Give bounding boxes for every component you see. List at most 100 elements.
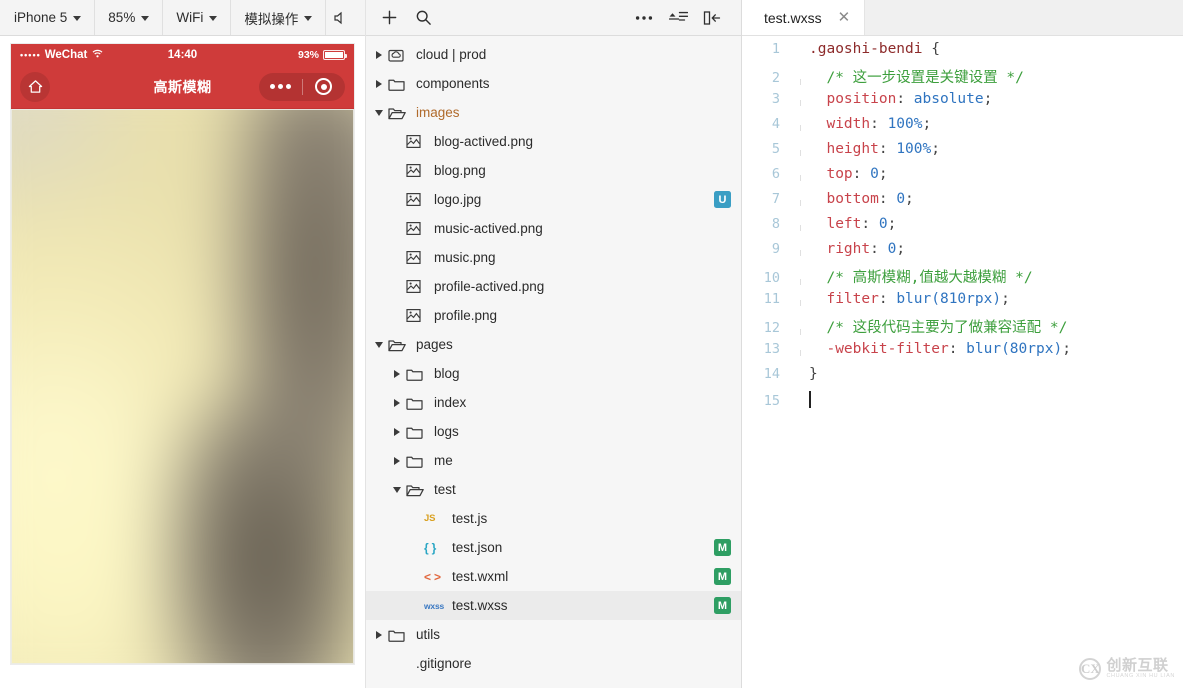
panel-collapse-icon[interactable] (695, 4, 729, 32)
tree-row-label: test (434, 482, 456, 497)
line-number: 6 (771, 166, 780, 182)
gaussian-blur-image (11, 109, 354, 664)
no-chevron-spacer (408, 541, 422, 555)
chevron-down-icon (141, 16, 150, 21)
cloud-folder-icon (388, 48, 410, 62)
tree-row-images[interactable]: images (366, 98, 741, 127)
tree-row-blog-actived.png[interactable]: blog-actived.png (366, 127, 741, 156)
plus-icon[interactable] (372, 4, 406, 32)
wxss-file-icon: wxss (424, 600, 444, 611)
search-icon[interactable] (406, 4, 440, 32)
tree-row-index[interactable]: index (366, 388, 741, 417)
tree-row-logs[interactable]: logs (366, 417, 741, 446)
tree-row-label: test.wxss (452, 598, 508, 613)
tree-row-label: logs (434, 424, 459, 439)
indent-guide (800, 125, 801, 131)
tree-row-me[interactable]: me (366, 446, 741, 475)
chevron-right-icon[interactable] (390, 454, 404, 468)
tree-row-blog[interactable]: blog (366, 359, 741, 388)
editor-tab-test-wxss[interactable]: test.wxss ✕ (742, 0, 866, 35)
battery-icon (323, 49, 347, 60)
code-token: absolute (913, 91, 984, 107)
tree-row-test.wxss[interactable]: wxss test.wxss M (366, 591, 741, 620)
code-line[interactable]: 2 /* 这一步设置是关键设置 */ (742, 66, 1183, 91)
chevron-right-icon[interactable] (372, 77, 386, 91)
code-text (809, 391, 811, 409)
chevron-down-icon[interactable] (372, 106, 386, 120)
indent-guide (800, 279, 801, 285)
line-number: 11 (763, 291, 780, 307)
phone-page-content (11, 109, 354, 664)
tree-row-label: profile.png (434, 308, 498, 323)
code-line[interactable]: 6 top: 0; (742, 166, 1183, 191)
code-line[interactable]: 11 filter: blur(810rpx); (742, 291, 1183, 316)
chevron-down-icon[interactable] (390, 483, 404, 497)
code-editor-panel: test.wxss ✕ 1 .gaoshi-bendi {2 /* 这一步设置是关… (742, 0, 1183, 688)
code-line[interactable]: 15 (742, 391, 1183, 416)
code-line[interactable]: 1 .gaoshi-bendi { (742, 41, 1183, 66)
status-bar-right: 93% (298, 49, 347, 61)
no-chevron-spacer (390, 251, 404, 265)
code-line[interactable]: 8 left: 0; (742, 216, 1183, 241)
code-line[interactable]: 7 bottom: 0; (742, 191, 1183, 216)
no-chevron-spacer (390, 193, 404, 207)
chevron-right-icon[interactable] (390, 425, 404, 439)
tree-row-components[interactable]: components (366, 69, 741, 98)
tree-row-blog.png[interactable]: blog.png (366, 156, 741, 185)
device-selector[interactable]: iPhone 5 (0, 0, 96, 35)
code-line[interactable]: 5 height: 100%; (742, 141, 1183, 166)
folder-icon (406, 396, 428, 410)
tree-row-test.json[interactable]: { } test.json M (366, 533, 741, 562)
code-line[interactable]: 9 right: 0; (742, 241, 1183, 266)
collapse-all-icon[interactable] (661, 4, 695, 32)
no-chevron-spacer (408, 599, 422, 613)
network-selector[interactable]: WiFi (163, 0, 232, 35)
code-line[interactable]: 4 width: 100%; (742, 116, 1183, 141)
tree-row-pages[interactable]: pages (366, 330, 741, 359)
chevron-down-icon (304, 16, 313, 21)
tree-row-test[interactable]: test (366, 475, 741, 504)
code-line[interactable]: 13 -webkit-filter: blur(80rpx); (742, 341, 1183, 366)
tree-row-profile.png[interactable]: profile.png (366, 301, 741, 330)
code-line[interactable]: 10 /* 高斯模糊,值越大越模糊 */ (742, 266, 1183, 291)
chevron-right-icon[interactable] (390, 367, 404, 381)
tree-row-.gitignore[interactable]: .gitignore (366, 649, 741, 678)
tree-row-music.png[interactable]: music.png (366, 243, 741, 272)
sound-icon[interactable] (326, 0, 354, 35)
chevron-down-icon[interactable] (372, 338, 386, 352)
chevron-right-icon[interactable] (372, 628, 386, 642)
ellipsis-icon[interactable] (627, 4, 661, 32)
folder-icon (406, 454, 428, 468)
tree-row-utils[interactable]: utils (366, 620, 741, 649)
zoom-selector[interactable]: 85% (95, 0, 164, 35)
code-line[interactable]: 3 position: absolute; (742, 91, 1183, 116)
tree-row-cloud---prod[interactable]: cloud | prod (366, 40, 741, 69)
chevron-right-icon[interactable] (372, 48, 386, 62)
tree-row-label: test.js (452, 511, 488, 526)
file-tree[interactable]: cloud | prod components images blog-actived… (366, 36, 741, 688)
tree-row-label: test.json (452, 540, 503, 555)
chevron-right-icon[interactable] (390, 396, 404, 410)
code-line[interactable]: 12 /* 这段代码主要为了做兼容适配 */ (742, 316, 1183, 341)
tree-row-logo.jpg[interactable]: logo.jpg U (366, 185, 741, 214)
target-icon[interactable] (303, 78, 346, 95)
chevron-down-icon (73, 16, 82, 21)
no-chevron-spacer (390, 280, 404, 294)
no-chevron-spacer (408, 570, 422, 584)
code-content[interactable]: 1 .gaoshi-bendi {2 /* 这一步设置是关键设置 */3 posi… (742, 36, 1183, 688)
simulator-panel: iPhone 5 85% WiFi 模拟操作 ••••• WeChat 14:4… (0, 0, 366, 688)
close-icon[interactable]: ✕ (838, 10, 851, 25)
editor-tab-label: test.wxss (764, 9, 822, 26)
more-dots-icon[interactable] (259, 84, 302, 89)
code-token: /* 这段代码主要为了做兼容适配 */ (809, 320, 1068, 336)
tree-row-music-actived.png[interactable]: music-actived.png (366, 214, 741, 243)
code-line[interactable]: 14} (742, 366, 1183, 391)
tree-row-test.wxml[interactable]: < > test.wxml M (366, 562, 741, 591)
tree-row-profile-actived.png[interactable]: profile-actived.png (366, 272, 741, 301)
simulate-action-selector[interactable]: 模拟操作 (231, 0, 327, 35)
code-token: 0 (896, 191, 906, 207)
file-explorer-panel: cloud | prod components images blog-actived… (366, 0, 742, 688)
code-token: 0 (878, 216, 888, 232)
tree-row-test.js[interactable]: JS test.js (366, 504, 741, 533)
code-token: left (809, 216, 862, 232)
